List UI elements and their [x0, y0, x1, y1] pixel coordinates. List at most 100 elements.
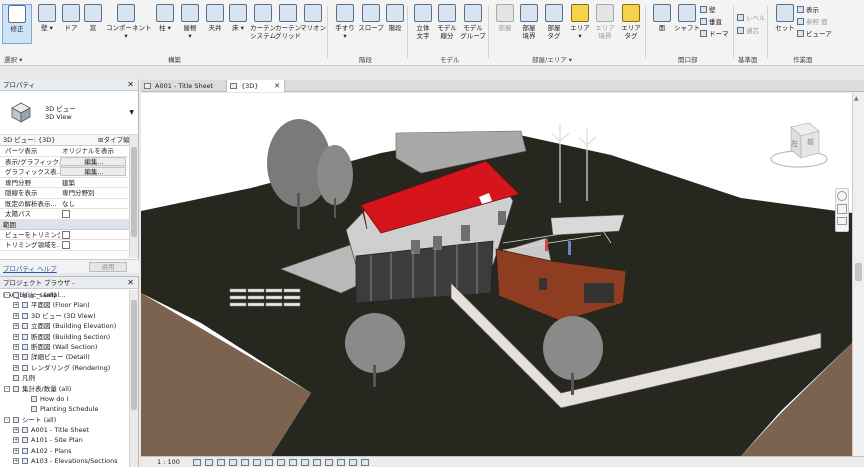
reveal-hidden-icon[interactable] [301, 459, 309, 466]
type-selector[interactable]: 3D ビュー 3D View ▼ [0, 91, 138, 135]
properties-help-link[interactable]: プロパティ ヘルプ [3, 263, 57, 273]
expand-icon[interactable]: + [13, 364, 19, 371]
render-icon[interactable] [241, 459, 249, 466]
collapse-icon[interactable]: - [4, 385, 10, 392]
browser-item[interactable]: +3D ビュー (3D View) [0, 311, 128, 321]
area-tag-button[interactable]: エリア タグ [616, 4, 646, 44]
close-icon[interactable]: ✕ [127, 277, 134, 289]
shaft-button[interactable]: シャフト [672, 4, 702, 44]
hidden-line-icon[interactable] [361, 459, 369, 466]
viewport-scrollbar[interactable]: ▲ [852, 93, 864, 456]
ribbon-separator [488, 6, 489, 58]
close-icon[interactable]: ✕ [127, 79, 134, 91]
apply-button[interactable]: 適用 [89, 262, 127, 272]
browser-item[interactable]: + A101 - Site Plan [0, 435, 128, 445]
modify-button[interactable]: 修正 [2, 4, 32, 44]
view-cube-front-face[interactable]: 前 [807, 137, 814, 147]
instance-selector[interactable]: 3D ビュー: {3D} ⊞タイプ編集 [0, 135, 138, 146]
highlight-icon[interactable] [337, 459, 345, 466]
expand-icon[interactable]: + [13, 354, 19, 361]
crop-view-checkbox[interactable] [62, 230, 70, 239]
component-button[interactable]: コンポーネント ▾ [106, 4, 152, 44]
browser-item[interactable]: - シート (all) [0, 415, 128, 425]
browser-scrollbar[interactable] [129, 290, 138, 467]
temp-hide-icon[interactable] [289, 459, 297, 466]
level-button[interactable]: レベル [737, 14, 766, 23]
collapse-icon[interactable]: - [4, 416, 10, 423]
model-line-icon [438, 4, 456, 22]
dormer-opening-button[interactable]: ドーマ [700, 30, 729, 39]
expand-icon[interactable]: + [13, 302, 19, 309]
browser-item[interactable]: + 詳細ビュー (Detail) [0, 352, 128, 362]
edit-graphics-button[interactable]: 編集... [60, 167, 126, 176]
grid-button[interactable]: 通芯 [737, 27, 759, 36]
properties-scrollbar[interactable] [129, 135, 138, 258]
model-group-button[interactable]: モデル グループ [458, 4, 488, 44]
browser-item[interactable]: + A001 - Title Sheet [0, 425, 128, 435]
constraints-icon[interactable] [349, 459, 357, 466]
sun-path-icon[interactable] [217, 459, 225, 466]
scrollbar-thumb[interactable] [131, 300, 137, 410]
expand-icon[interactable]: + [13, 323, 19, 330]
browser-item[interactable]: + A103 - Elevations/Sections [0, 456, 128, 466]
scroll-up-arrow[interactable]: ▲ [854, 95, 859, 102]
browser-item[interactable]: - 集計表/数量 (all) [0, 384, 128, 394]
expand-icon[interactable]: + [13, 458, 19, 465]
expand-icon[interactable]: + [13, 437, 19, 444]
select-panel-label[interactable]: 選択 ▾ [4, 54, 22, 64]
lock-view-icon[interactable] [277, 459, 285, 466]
expand-icon[interactable]: + [13, 427, 19, 434]
stair-button[interactable]: 階段 [380, 4, 410, 44]
view-scale[interactable]: 1 : 100 [157, 457, 180, 467]
expand-icon[interactable]: + [13, 333, 19, 340]
scrollbar-thumb[interactable] [855, 263, 862, 281]
edit-visibility-button[interactable]: 編集... [60, 156, 126, 166]
tab-3d-view[interactable]: {3D} ✕ [227, 80, 285, 92]
browser-item[interactable]: + レンダリング (Rendering) [0, 363, 128, 373]
viewer-button[interactable]: ビューア [797, 30, 832, 39]
expand-icon[interactable]: + [13, 447, 19, 454]
browser-item[interactable]: + 断面図 (Wall Section) [0, 342, 128, 352]
expand-icon[interactable]: + [13, 312, 19, 319]
crop-view-icon[interactable] [253, 459, 261, 466]
browser-item[interactable]: How do I [0, 394, 128, 404]
3d-viewport[interactable]: 左 前 [141, 93, 852, 456]
chevron-down-icon[interactable]: ▼ [129, 109, 134, 116]
room-area-panel-label[interactable]: 部屋/エリア ▾ [532, 54, 572, 64]
pan-icon[interactable] [837, 217, 847, 225]
show-workplane-button[interactable]: 表示 [797, 6, 819, 15]
shadows-icon[interactable] [229, 459, 237, 466]
set-workplane-button[interactable]: セット [770, 4, 800, 44]
detail-level-icon[interactable] [193, 459, 201, 466]
browser-item[interactable]: + 立面図 (Building Elevation) [0, 321, 128, 331]
extents-group-header[interactable]: 範囲 [0, 219, 138, 230]
window-button[interactable]: 窓 [78, 4, 108, 44]
browser-item[interactable]: - ビュー (all) [0, 290, 128, 300]
expand-icon[interactable]: + [13, 343, 19, 350]
close-tab-icon[interactable]: ✕ [274, 80, 280, 92]
view-cube-left-face[interactable]: 左 [791, 139, 798, 149]
scrollbar-thumb[interactable] [131, 147, 137, 237]
ref-plane-button[interactable]: 参照 面 [797, 18, 828, 27]
worksharing-icon[interactable] [313, 459, 321, 466]
show-crop-icon[interactable] [265, 459, 273, 466]
tab-title-sheet[interactable]: A001 - Title Sheet [141, 80, 227, 92]
circulation-panel-label: 階段 [359, 56, 372, 64]
3d-model-canvas[interactable] [141, 93, 852, 456]
wall-opening-button[interactable]: 壁 [700, 6, 716, 15]
visual-style-icon[interactable] [205, 459, 213, 466]
mullion-button[interactable]: マリオン [298, 4, 328, 44]
sun-path-checkbox[interactable] [62, 210, 70, 218]
steering-wheel-icon[interactable] [837, 191, 847, 201]
browser-item[interactable]: + A102 - Plans [0, 446, 128, 456]
crop-region-visible-checkbox[interactable] [62, 241, 70, 249]
vertical-opening-button[interactable]: 垂直 [700, 18, 722, 27]
analytical-model-icon[interactable] [325, 459, 333, 466]
zoom-icon[interactable] [837, 204, 847, 214]
view-cube[interactable]: 左 前 [769, 121, 829, 169]
collapse-icon[interactable]: - [4, 292, 10, 298]
browser-item[interactable]: Planting Schedule [0, 404, 128, 414]
browser-item[interactable]: 凡例 [0, 373, 128, 383]
browser-item[interactable]: + 平面図 (Floor Plan) [0, 300, 128, 310]
browser-item[interactable]: + 断面図 (Building Section) [0, 332, 128, 342]
